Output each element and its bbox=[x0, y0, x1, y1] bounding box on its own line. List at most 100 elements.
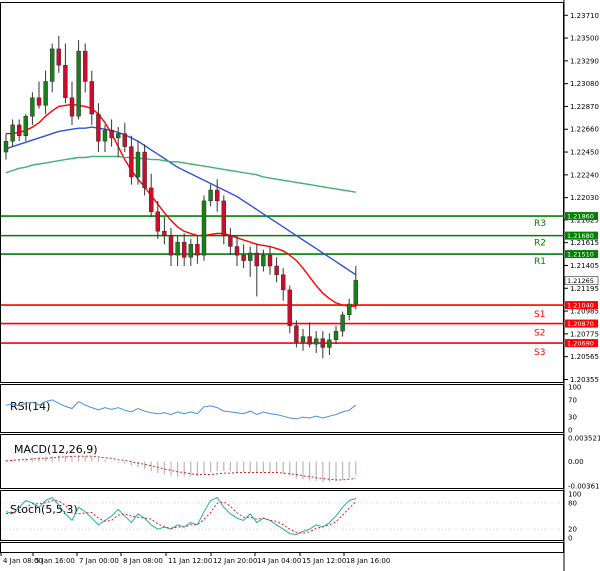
candle-body bbox=[115, 133, 121, 139]
level-tag-text: 1.21040 bbox=[567, 301, 594, 309]
candle-body bbox=[281, 274, 286, 291]
candle-body bbox=[347, 303, 352, 316]
candle-body bbox=[208, 189, 213, 202]
price-tick-label: 1.21405 bbox=[570, 262, 599, 270]
candle-body bbox=[148, 187, 154, 212]
price-tick-label: 1.23080 bbox=[570, 80, 599, 88]
candle-body bbox=[195, 244, 200, 256]
stoch-tick-label: 80 bbox=[568, 499, 577, 507]
macd-tick-label: -0.003613 bbox=[568, 483, 600, 491]
candle-body bbox=[69, 97, 75, 117]
candle-body bbox=[63, 64, 68, 98]
level-label-s2: S2 bbox=[534, 329, 545, 339]
current-price-tag: 1.21265 bbox=[564, 276, 599, 285]
chart-canvas[interactable]: 1.23710 1.23500 1.23290 1.23080 1.22870 1.226… bbox=[0, 0, 600, 571]
level-tag-text: 1.21680 bbox=[567, 232, 594, 240]
candle-body bbox=[221, 200, 227, 236]
rsi-tick-label: 70 bbox=[568, 396, 577, 404]
candle-body bbox=[142, 151, 147, 189]
price-tick-label: 1.20565 bbox=[570, 353, 599, 361]
macd-tick-label: 0.003521 bbox=[568, 435, 600, 443]
candle-body bbox=[314, 338, 319, 345]
price-tick-label: 1.22240 bbox=[570, 171, 599, 179]
price-tick-label: 1.23500 bbox=[570, 35, 599, 43]
time-tick-label: 15 Jan 12:00 bbox=[302, 557, 346, 565]
candle-body bbox=[340, 314, 345, 332]
candle-body bbox=[89, 81, 95, 115]
stoch-label: Stoch(5,5,3) bbox=[10, 503, 78, 516]
level-tag-text: 1.21860 bbox=[567, 212, 594, 220]
price-tick-label: 1.22870 bbox=[570, 103, 599, 111]
candle-body bbox=[30, 97, 35, 117]
candle-body bbox=[327, 339, 332, 348]
candle-body bbox=[254, 252, 260, 267]
time-tick-label: 7 Jan 00:00 bbox=[79, 557, 119, 565]
candle-body bbox=[3, 140, 9, 153]
candle-body bbox=[56, 48, 61, 66]
candle-body bbox=[320, 338, 325, 348]
candle-body bbox=[10, 124, 15, 142]
rsi-tick-label: 100 bbox=[568, 384, 581, 392]
time-tick-label: 8 Jan 08:00 bbox=[123, 557, 163, 565]
candle-body bbox=[82, 50, 88, 82]
level-label-r2: R2 bbox=[534, 239, 546, 249]
price-tick-label: 1.23710 bbox=[570, 12, 599, 20]
level-label-s3: S3 bbox=[534, 348, 545, 358]
candle-body bbox=[135, 151, 141, 178]
time-tick-label: 18 Jan 16:00 bbox=[346, 557, 390, 565]
candle-body bbox=[201, 200, 207, 256]
current-price-text: 1.21265 bbox=[567, 277, 594, 285]
macd-tick-label: 0.00 bbox=[568, 458, 584, 466]
price-tick-label: 1.22450 bbox=[570, 149, 599, 157]
candle-body bbox=[129, 146, 134, 178]
price-tick-label: 1.20775 bbox=[570, 330, 599, 338]
candle-body bbox=[333, 330, 339, 341]
level-label-r3: R3 bbox=[534, 219, 546, 229]
stoch-tick-label: 20 bbox=[568, 526, 577, 534]
rsi-tick-label: 30 bbox=[568, 414, 577, 422]
candle-body bbox=[247, 252, 253, 261]
level-label-r1: R1 bbox=[534, 257, 546, 267]
candle-body bbox=[228, 235, 233, 247]
candle-body bbox=[188, 244, 194, 258]
price-tick-label: 1.21615 bbox=[570, 239, 599, 247]
candle-body bbox=[50, 48, 55, 82]
candle-body bbox=[17, 124, 22, 136]
price-tick-label: 1.22030 bbox=[570, 194, 599, 202]
stoch-tick-label: 100 bbox=[568, 491, 581, 499]
level-tag-text: 1.21510 bbox=[567, 250, 594, 258]
candle-body bbox=[122, 133, 128, 147]
stoch-tick-label: 0 bbox=[568, 535, 572, 543]
candle-body bbox=[155, 211, 161, 232]
candle-body bbox=[287, 289, 292, 326]
candle-body bbox=[261, 254, 266, 267]
level-label-s1: S1 bbox=[534, 310, 545, 320]
trading-chart-window: 1.23710 1.23500 1.23290 1.23080 1.22870 1.226… bbox=[0, 0, 600, 571]
candle-body bbox=[43, 81, 48, 106]
candle-body bbox=[181, 241, 187, 258]
candle-body bbox=[175, 241, 180, 256]
candle-body bbox=[241, 254, 246, 261]
time-tick-label: 12 Jan 20:00 bbox=[213, 557, 257, 565]
time-tick-label: 11 Jan 12:00 bbox=[168, 557, 212, 565]
candle-body bbox=[294, 325, 299, 343]
candle-body bbox=[267, 254, 273, 267]
candle-body bbox=[274, 265, 279, 275]
price-tick-label: 1.22660 bbox=[570, 126, 599, 134]
candle-body bbox=[96, 113, 101, 142]
candle-body bbox=[162, 231, 167, 236]
time-tick-label: 5 Jan 16:00 bbox=[35, 557, 75, 565]
level-tag-text: 1.20870 bbox=[567, 320, 594, 328]
candle-body bbox=[36, 97, 42, 106]
candle-body bbox=[102, 130, 108, 142]
rsi-tick-label: 0 bbox=[568, 427, 572, 435]
candle-body bbox=[234, 246, 240, 256]
candle-body bbox=[307, 336, 312, 345]
price-tick-label: 1.23290 bbox=[570, 57, 599, 65]
candle-body bbox=[353, 279, 358, 305]
candle-body bbox=[168, 235, 174, 256]
macd-label: MACD(12,26,9) bbox=[14, 443, 98, 456]
price-tick-label: 1.21195 bbox=[570, 285, 599, 293]
candle-body bbox=[109, 130, 114, 139]
candle-body bbox=[23, 116, 28, 136]
